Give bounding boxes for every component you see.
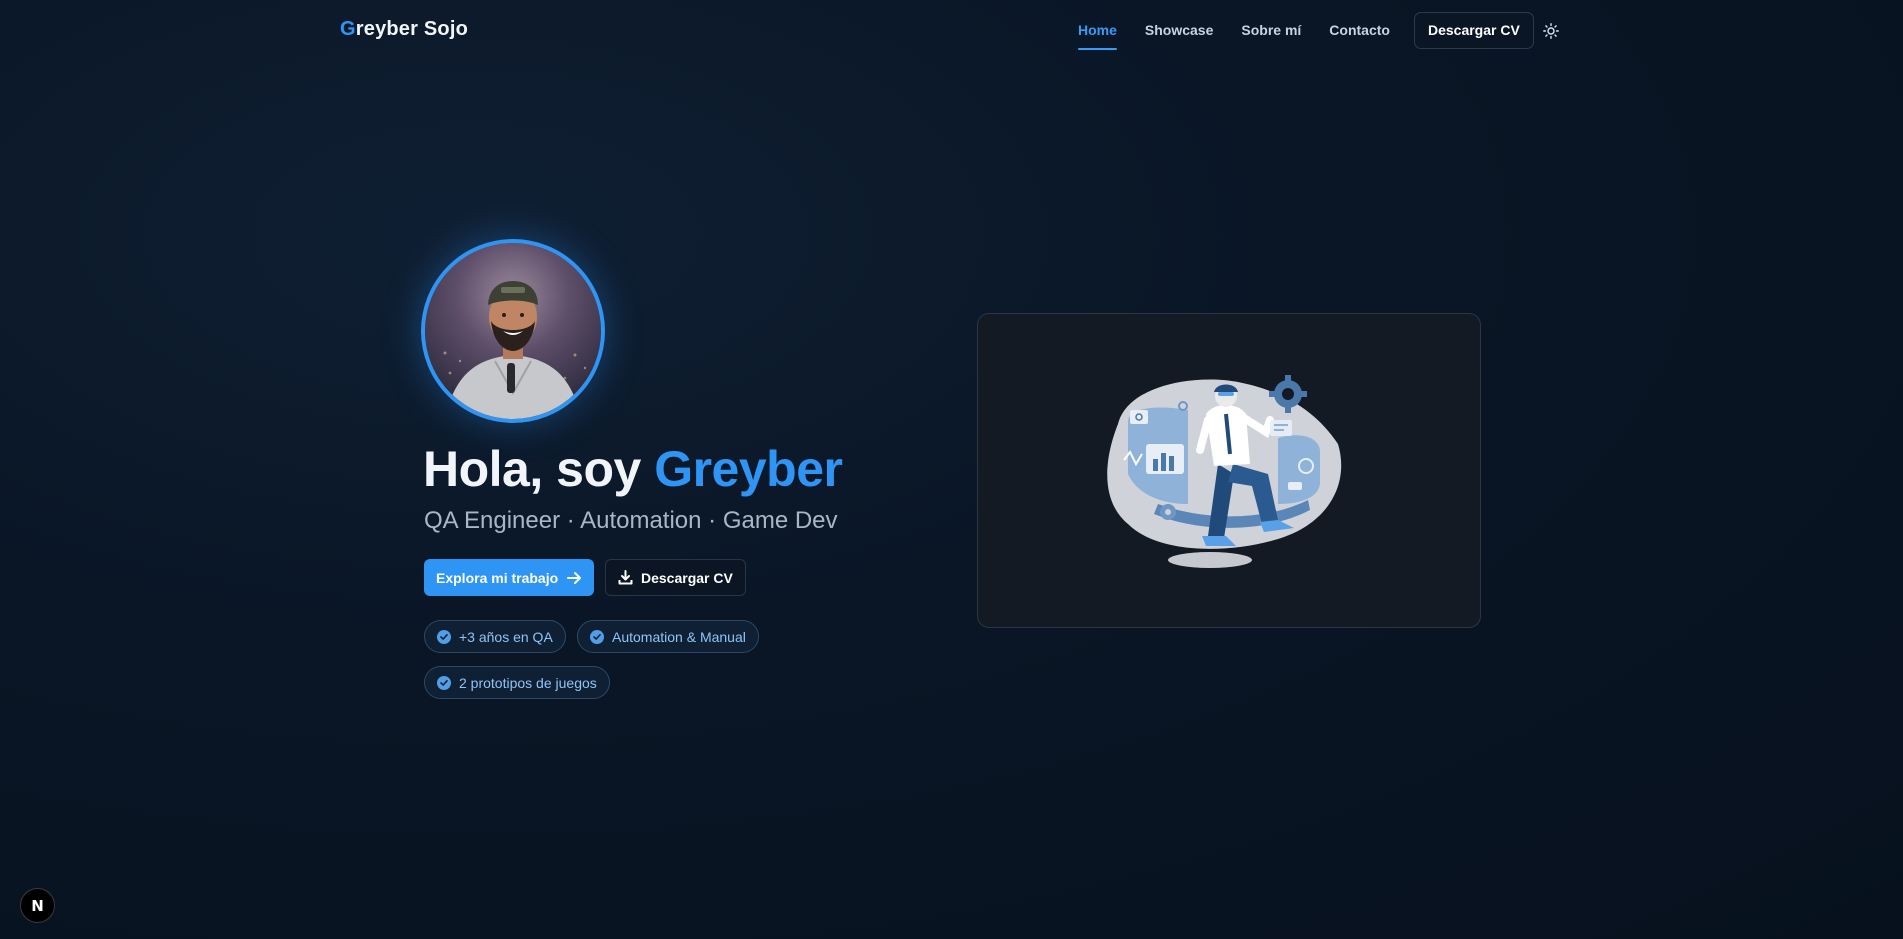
hero-subtitle: QA Engineer · Automation · Game Dev bbox=[424, 507, 838, 534]
logo-initial: G bbox=[340, 18, 356, 40]
check-circle-icon bbox=[437, 675, 451, 690]
nav-sobre-mi[interactable]: Sobre mí bbox=[1241, 12, 1301, 48]
badge-automation-label: Automation & Manual bbox=[612, 628, 746, 645]
badge-games-label: 2 prototipos de juegos bbox=[459, 674, 597, 691]
badge-experience-label: +3 años en QA bbox=[459, 628, 553, 645]
sun-icon bbox=[1543, 23, 1559, 39]
explore-work-button[interactable]: Explora mi trabajo bbox=[424, 559, 595, 596]
check-circle-icon bbox=[437, 629, 451, 644]
arrow-right-icon bbox=[567, 571, 582, 584]
site-logo[interactable]: Greyber Sojo bbox=[340, 18, 468, 41]
hero-download-cv-label: Descargar CV bbox=[641, 569, 733, 586]
download-icon bbox=[618, 570, 633, 585]
hero-illustration-card bbox=[977, 313, 1481, 628]
main-nav: Home Showcase Sobre mí Contacto Descarga… bbox=[1078, 11, 1534, 50]
hero-title-name: Greyber bbox=[654, 441, 843, 497]
badge-games: 2 prototipos de juegos bbox=[424, 666, 610, 699]
site-header: Greyber Sojo Home Showcase Sobre mí Cont… bbox=[0, 0, 1903, 62]
profile-photo bbox=[425, 243, 601, 419]
logo-text: reyber Sojo bbox=[355, 18, 469, 40]
explore-work-label: Explora mi trabajo bbox=[436, 569, 559, 586]
hero-title-prefix: Hola, soy bbox=[423, 441, 655, 497]
hero-title: Hola, soy Greyber bbox=[423, 440, 843, 498]
check-circle-icon bbox=[590, 629, 604, 644]
qa-engineer-illustration bbox=[1107, 375, 1342, 568]
nextjs-logo-icon: N bbox=[31, 896, 44, 915]
badge-experience: +3 años en QA bbox=[424, 620, 566, 653]
nextjs-dev-badge[interactable]: N bbox=[20, 888, 55, 923]
nav-showcase[interactable]: Showcase bbox=[1145, 12, 1213, 48]
theme-toggle-button[interactable] bbox=[1539, 19, 1563, 43]
nav-home[interactable]: Home bbox=[1078, 12, 1117, 50]
hero-download-cv-button[interactable]: Descargar CV bbox=[605, 559, 746, 596]
header-download-cv-button[interactable]: Descargar CV bbox=[1413, 11, 1534, 49]
badge-automation: Automation & Manual bbox=[577, 620, 759, 653]
profile-avatar bbox=[421, 239, 605, 423]
nav-contacto[interactable]: Contacto bbox=[1329, 12, 1390, 48]
